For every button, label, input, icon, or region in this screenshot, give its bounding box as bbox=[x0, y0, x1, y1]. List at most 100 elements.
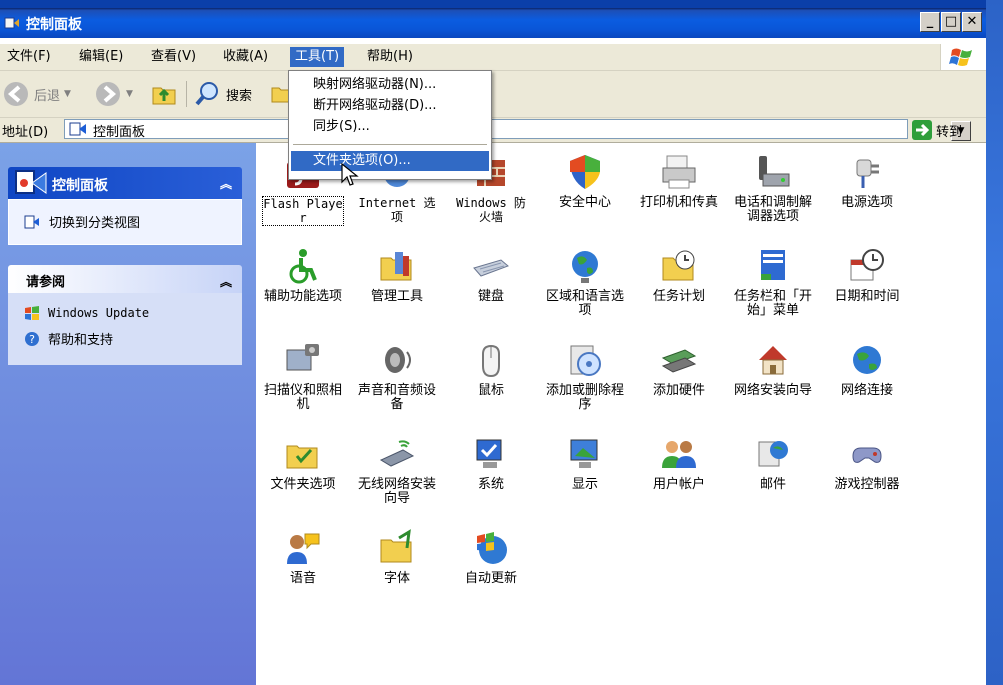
window-title: 控制面板 bbox=[26, 17, 82, 33]
cp-item-label: 电话和调制解调器选项 bbox=[733, 195, 812, 224]
collapse-chevron-icon[interactable]: ︽ bbox=[220, 273, 232, 290]
cp-item-printers-faxes[interactable]: 打印机和传真 bbox=[640, 152, 718, 210]
cp-item-label: 打印机和传真 bbox=[639, 195, 718, 210]
cp-item-sounds-audio[interactable]: 声音和音频设备 bbox=[358, 340, 436, 412]
windows-update-label: Windows Update bbox=[48, 306, 150, 320]
game-controller-icon bbox=[852, 447, 882, 463]
cp-item-add-remove-programs[interactable]: 添加或删除程序 bbox=[546, 340, 624, 412]
add-remove-programs-icon bbox=[570, 345, 601, 376]
menu-folder-options[interactable]: 文件夹选项(O)... bbox=[291, 151, 489, 171]
close-button[interactable]: ✕ bbox=[962, 12, 982, 32]
up-folder-button[interactable] bbox=[150, 79, 178, 109]
keyboard-icon bbox=[473, 259, 509, 277]
clock-calendar-icon bbox=[850, 249, 884, 281]
cp-item-taskbar-start[interactable]: 任务栏和「开始」菜单 bbox=[734, 246, 812, 318]
speaker-icon bbox=[385, 347, 411, 373]
help-support-link[interactable]: ? 帮助和支持 bbox=[24, 329, 113, 348]
cp-item-label: 任务栏和「开始」菜单 bbox=[733, 289, 812, 318]
control-panel-section-header[interactable]: 控制面板 ︽ bbox=[8, 167, 242, 199]
svg-text:?: ? bbox=[29, 333, 35, 346]
cp-item-automatic-updates[interactable]: 自动更新 bbox=[452, 528, 530, 586]
cp-item-speech[interactable]: 语音 bbox=[264, 528, 342, 586]
cp-item-network-setup-wizard[interactable]: 网络安装向导 bbox=[734, 340, 812, 398]
cp-item-date-time[interactable]: 日期和时间 bbox=[828, 246, 906, 304]
cp-item-scheduled-tasks[interactable]: 任务计划 bbox=[640, 246, 718, 304]
cp-item-keyboard[interactable]: 键盘 bbox=[452, 246, 530, 304]
cp-item-security-center[interactable]: 安全中心 bbox=[546, 152, 624, 210]
cp-item-label: 日期和时间 bbox=[834, 289, 900, 304]
cp-item-label: 显示 bbox=[571, 477, 598, 492]
windows-update-icon bbox=[25, 306, 39, 320]
cp-item-label: 网络安装向导 bbox=[733, 383, 812, 398]
cp-item-label: 自动更新 bbox=[464, 571, 517, 586]
cp-item-system[interactable]: 系统 bbox=[452, 434, 530, 492]
maximize-button[interactable]: □ bbox=[941, 12, 961, 32]
cp-item-display[interactable]: 显示 bbox=[546, 434, 624, 492]
forward-dropdown-icon[interactable]: ▼ bbox=[126, 89, 133, 99]
cp-item-accessibility[interactable]: 辅助功能选项 bbox=[264, 246, 342, 304]
cp-item-region-language[interactable]: 区域和语言选项 bbox=[546, 246, 624, 318]
taskbar-start-icon bbox=[761, 250, 785, 280]
scheduled-tasks-icon bbox=[662, 250, 695, 281]
cp-item-label: 网络连接 bbox=[840, 383, 893, 398]
menu-view[interactable]: 查看(V) bbox=[146, 47, 201, 67]
cp-item-mail[interactable]: 邮件 bbox=[734, 434, 812, 492]
search-button[interactable]: 搜索 bbox=[194, 79, 252, 109]
cp-item-power-options[interactable]: 电源选项 bbox=[828, 152, 906, 210]
windows-update-link[interactable]: Windows Update bbox=[24, 305, 149, 321]
cp-item-label: 字体 bbox=[383, 571, 410, 586]
go-arrow-icon bbox=[912, 120, 932, 140]
cp-item-mouse[interactable]: 鼠标 bbox=[452, 340, 530, 398]
cp-item-network-connections[interactable]: 网络连接 bbox=[828, 340, 906, 398]
back-arrow-icon bbox=[4, 82, 28, 106]
cp-item-game-controllers[interactable]: 游戏控制器 bbox=[828, 434, 906, 492]
cp-item-user-accounts[interactable]: 用户帐户 bbox=[640, 434, 718, 492]
automatic-updates-icon bbox=[477, 532, 507, 564]
control-panel-large-icon bbox=[15, 170, 47, 194]
security-shield-icon bbox=[570, 155, 600, 189]
cp-item-add-hardware[interactable]: 添加硬件 bbox=[640, 340, 718, 398]
forward-button[interactable]: ▼ bbox=[94, 79, 133, 109]
cp-item-folder-options[interactable]: 文件夹选项 bbox=[264, 434, 342, 492]
wireless-network-icon bbox=[379, 440, 415, 467]
menu-edit[interactable]: 编辑(E) bbox=[74, 47, 128, 67]
cp-item-label: 辅助功能选项 bbox=[263, 289, 342, 304]
task-pane: 控制面板 ︽ 切换到分类视图 请参阅 ︽ Windows Update ? 帮助… bbox=[0, 143, 256, 685]
menu-help[interactable]: 帮助(H) bbox=[362, 47, 418, 67]
back-label: 后退 bbox=[34, 88, 61, 104]
cp-item-admin-tools[interactable]: 管理工具 bbox=[358, 246, 436, 304]
menu-tools[interactable]: 工具(T) bbox=[290, 47, 345, 67]
search-label: 搜索 bbox=[226, 88, 253, 104]
control-panel-small-icon bbox=[69, 122, 86, 136]
back-dropdown-icon[interactable]: ▼ bbox=[64, 89, 71, 99]
title-bar[interactable]: 控制面板 _ □ ✕ bbox=[0, 8, 986, 38]
menu-synchronize[interactable]: 同步(S)... bbox=[291, 117, 489, 137]
menu-file[interactable]: 文件(F) bbox=[2, 47, 56, 67]
cp-item-scanners-cameras[interactable]: 扫描仪和照相机 bbox=[264, 340, 342, 412]
menu-map-network-drive[interactable]: 映射网络驱动器(N)... bbox=[291, 75, 489, 95]
toolbar: 后退 ▼ ▼ 搜索 bbox=[0, 71, 986, 118]
cp-item-wireless-setup-wizard[interactable]: 无线网络安装向导 bbox=[358, 434, 436, 506]
printer-icon bbox=[662, 155, 696, 189]
go-button[interactable]: 转到 bbox=[912, 120, 962, 140]
user-accounts-icon bbox=[662, 441, 696, 468]
switch-category-view-link[interactable]: 切换到分类视图 bbox=[23, 212, 140, 231]
cp-item-label: 用户帐户 bbox=[652, 477, 705, 492]
mouse-icon bbox=[482, 344, 500, 378]
menu-disconnect-network-drive[interactable]: 断开网络驱动器(D)... bbox=[291, 96, 489, 116]
go-label: 转到 bbox=[936, 124, 963, 140]
minimize-button[interactable]: _ bbox=[920, 12, 940, 32]
collapse-chevron-icon[interactable]: ︽ bbox=[220, 175, 232, 192]
cp-item-fonts[interactable]: 字体 bbox=[358, 528, 436, 586]
cp-item-phone-modem[interactable]: 电话和调制解调器选项 bbox=[734, 152, 812, 224]
address-bar: 地址(D) 控制面板 ▼ 转到 bbox=[0, 118, 986, 143]
cp-item-label: 声音和音频设备 bbox=[357, 383, 436, 412]
cp-item-label: 游戏控制器 bbox=[834, 477, 900, 492]
see-also-header[interactable]: 请参阅 ︽ bbox=[8, 265, 242, 293]
display-monitor-icon bbox=[570, 439, 598, 468]
back-button[interactable]: 后退 ▼ bbox=[2, 79, 71, 109]
speech-icon bbox=[287, 533, 320, 564]
menu-favorites[interactable]: 收藏(A) bbox=[218, 47, 273, 67]
see-also-body: Windows Update ? 帮助和支持 bbox=[8, 293, 242, 365]
control-panel-window: 控制面板 _ □ ✕ 文件(F) 编辑(E) 查看(V) 收藏(A) 工具(T)… bbox=[0, 0, 986, 685]
